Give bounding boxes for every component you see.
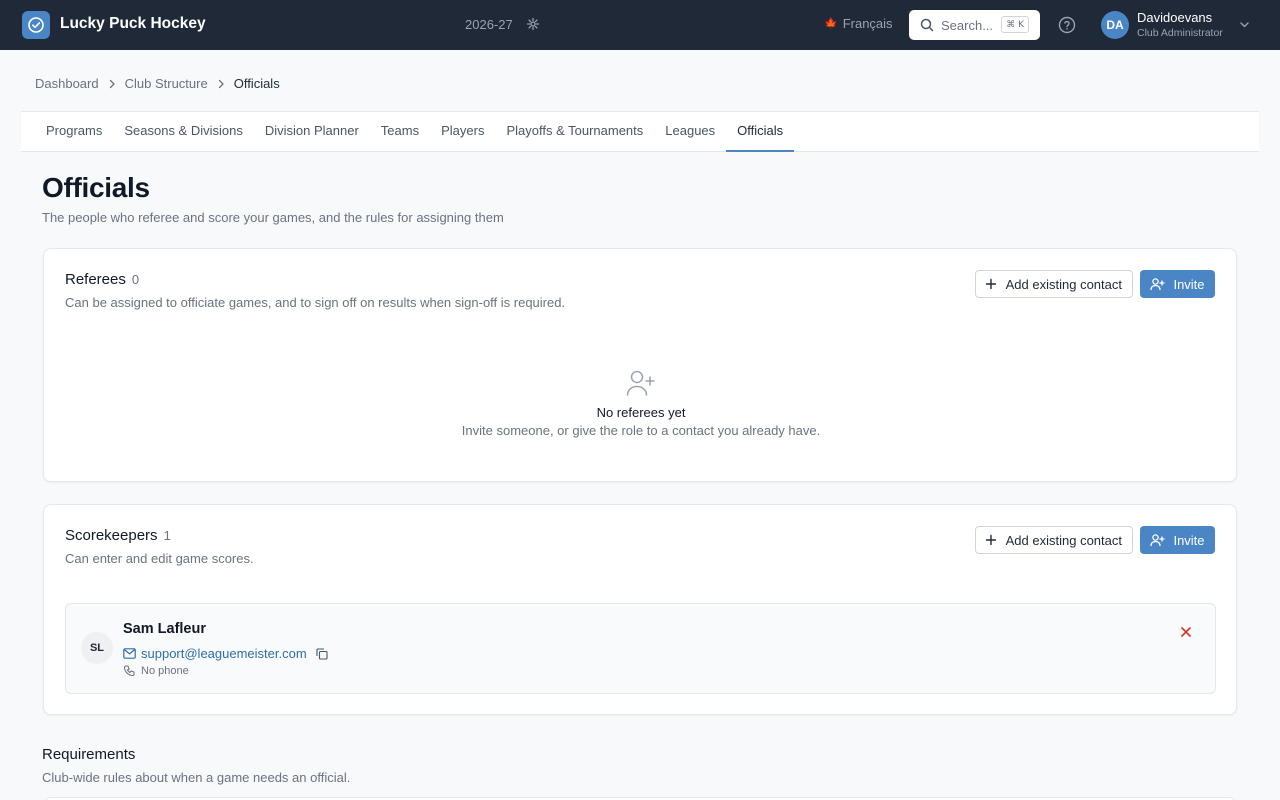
plus-icon — [985, 278, 996, 290]
user-plus-icon — [1150, 534, 1166, 547]
referees-title: Referees — [65, 271, 126, 288]
plus-icon — [985, 534, 996, 546]
top-bar: Lucky Puck Hockey 2026-27 🍁 Français Sea… — [0, 0, 1280, 50]
user-plus-icon — [626, 369, 656, 397]
tab-teams[interactable]: Teams — [370, 112, 430, 151]
tab-officials[interactable]: Officials — [726, 112, 795, 152]
phone-icon — [123, 665, 135, 677]
language-switch[interactable]: 🍁 Français — [824, 16, 893, 31]
contact-phone: No phone — [141, 665, 189, 677]
user-role: Club Administrator — [1137, 27, 1223, 39]
contact-avatar: SL — [81, 632, 113, 664]
section-tabs: Programs Seasons & Divisions Division Pl… — [21, 111, 1259, 152]
club-name[interactable]: Lucky Puck Hockey — [60, 15, 206, 33]
referees-card: Referees 0 Can be assigned to officiate … — [43, 248, 1237, 482]
breadcrumb-current: Officials — [233, 76, 280, 91]
referees-count: 0 — [131, 272, 140, 287]
add-contact-label: Add existing contact — [1005, 276, 1122, 292]
page-subtitle: The people who referee and score your ga… — [42, 210, 504, 225]
referees-empty-description: Invite someone, or give the role to a co… — [461, 423, 821, 438]
referees-invite-button[interactable]: Invite — [1140, 270, 1215, 298]
scorekeepers-invite-button[interactable]: Invite — [1140, 526, 1215, 554]
search-button[interactable]: Search... ⌘ K — [909, 10, 1040, 40]
contact-name: Sam Lafleur — [123, 621, 206, 637]
tab-players[interactable]: Players — [430, 112, 495, 151]
scorekeepers-title: Scorekeepers — [65, 527, 158, 544]
contact-email[interactable]: support@leaguemeister.com — [141, 646, 307, 661]
referees-add-contact-button[interactable]: Add existing contact — [974, 270, 1133, 298]
invite-label: Invite — [1173, 532, 1205, 548]
page-title: Officials — [42, 172, 150, 203]
language-label: Français — [842, 16, 893, 31]
invite-label: Invite — [1173, 276, 1205, 292]
maple-leaf-icon: 🍁 — [824, 18, 838, 30]
search-shortcut: ⌘ K — [1001, 16, 1029, 33]
user-plus-icon — [1150, 278, 1166, 291]
contact-card: SL Sam Lafleur support@leaguemeister.com… — [65, 603, 1216, 694]
copy-icon[interactable] — [316, 647, 328, 660]
tab-programs[interactable]: Programs — [35, 112, 113, 151]
breadcrumb-dashboard[interactable]: Dashboard — [35, 76, 99, 91]
help-icon[interactable] — [1058, 16, 1076, 34]
referees-description: Can be assigned to officiate games, and … — [65, 295, 566, 310]
requirements-subtitle: Club-wide rules about when a game needs … — [42, 770, 351, 785]
search-placeholder: Search... — [941, 17, 994, 33]
tab-division-planner[interactable]: Division Planner — [254, 112, 370, 151]
close-icon[interactable] — [1179, 625, 1193, 639]
breadcrumb-club-structure[interactable]: Club Structure — [125, 76, 208, 91]
scorekeepers-add-contact-button[interactable]: Add existing contact — [974, 526, 1133, 554]
scorekeepers-card: Scorekeepers 1 Can enter and edit game s… — [43, 504, 1237, 715]
scorekeepers-count: 1 — [163, 528, 171, 543]
referees-heading: Referees 0 — [65, 271, 139, 288]
tab-seasons-divisions[interactable]: Seasons & Divisions — [113, 112, 254, 151]
user-name[interactable]: Davidoevans — [1137, 10, 1212, 25]
add-contact-label: Add existing contact — [1005, 532, 1122, 548]
tab-playoffs-tournaments[interactable]: Playoffs & Tournaments — [495, 112, 654, 151]
breadcrumb: Dashboard Club Structure Officials — [35, 76, 280, 91]
scorekeepers-heading: Scorekeepers 1 — [65, 527, 171, 544]
season-label[interactable]: 2026-27 — [465, 17, 513, 32]
scorekeepers-description: Can enter and edit game scores. — [65, 551, 254, 566]
referees-empty-title: No referees yet — [596, 405, 686, 420]
chevron-right-icon — [107, 79, 117, 89]
chevron-down-icon[interactable] — [1238, 18, 1251, 31]
contact-phone-row: No phone — [123, 665, 189, 677]
search-icon — [920, 18, 934, 32]
chevron-right-icon — [216, 79, 226, 89]
requirements-title: Requirements — [42, 746, 136, 763]
club-logo-icon[interactable] — [22, 11, 50, 39]
contact-email-row: support@leaguemeister.com — [123, 646, 328, 661]
mail-icon — [123, 648, 136, 659]
user-avatar[interactable]: DA — [1101, 11, 1129, 39]
gear-icon[interactable] — [526, 17, 540, 31]
tab-leagues[interactable]: Leagues — [654, 112, 726, 151]
